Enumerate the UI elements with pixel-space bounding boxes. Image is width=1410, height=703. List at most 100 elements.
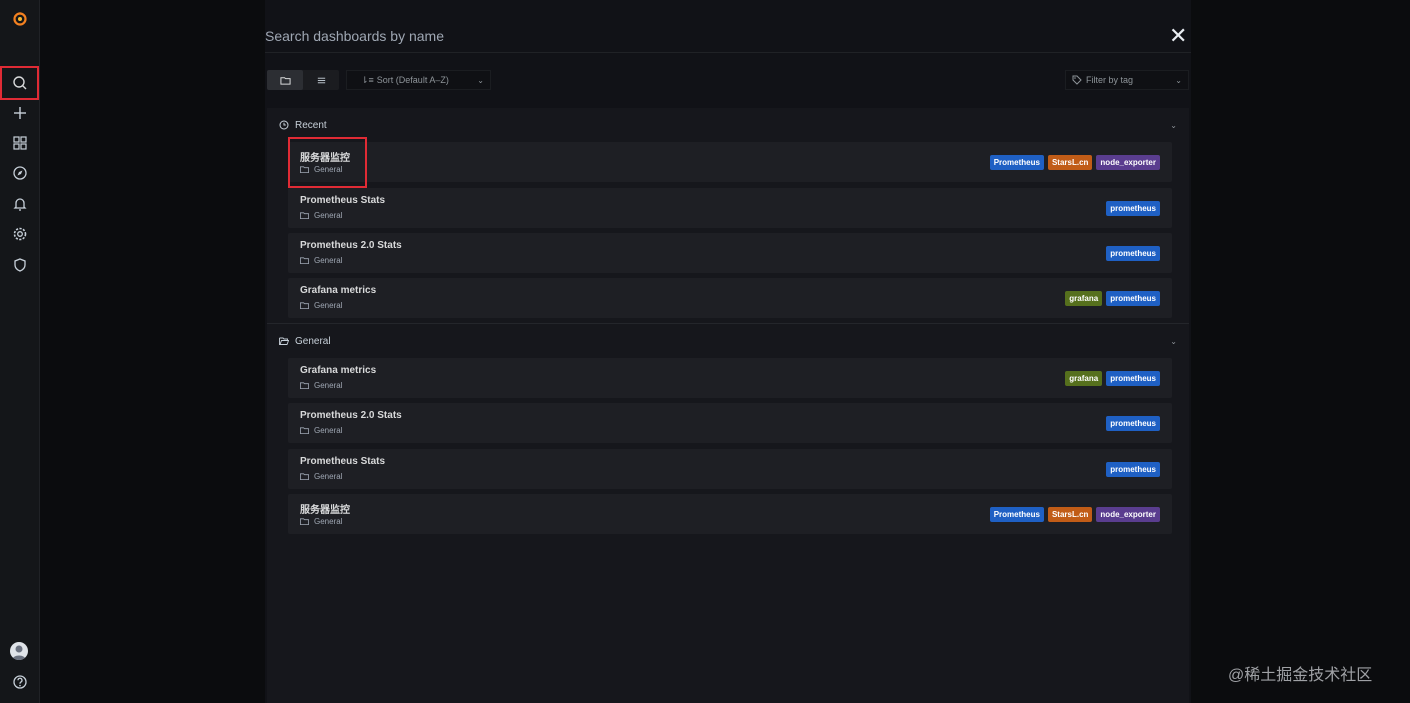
search-bar: ✕ [265, 22, 1191, 53]
tag-badge[interactable]: prometheus [1106, 291, 1160, 306]
sort-icon: ⇂≡ [361, 74, 374, 85]
chevron-down-icon[interactable]: ⌄ [1170, 337, 1177, 346]
list-icon [317, 77, 325, 83]
sidebar-item-dashboards[interactable] [0, 128, 39, 158]
dashboards-icon [12, 136, 27, 150]
list-view-button[interactable] [303, 70, 339, 90]
tag-badge[interactable]: node_exporter [1096, 155, 1160, 170]
dashboard-title: Grafana metrics [300, 285, 377, 296]
section-title: General [295, 335, 331, 347]
sidebar-item-alerting[interactable] [0, 189, 39, 219]
tag-filter-placeholder: Filter by tag [1086, 75, 1134, 85]
chevron-down-icon: ⌄ [1175, 75, 1182, 85]
avatar[interactable] [10, 642, 28, 660]
sidebar-item-create[interactable] [0, 98, 39, 128]
list-item[interactable]: Grafana metrics General grafana promethe… [288, 358, 1172, 398]
sidebar-item-explore[interactable] [0, 158, 39, 188]
sidebar-item-search[interactable] [0, 66, 39, 100]
view-toggle [267, 70, 339, 90]
close-icon[interactable]: ✕ [1169, 25, 1187, 47]
gear-icon [13, 227, 26, 241]
tag-badge[interactable]: StarsL.cn [1047, 155, 1093, 170]
dashboard-folder: General [300, 472, 342, 481]
sidebar-item-server-admin[interactable] [0, 250, 39, 280]
dashboard-folder: General [300, 256, 342, 265]
list-item[interactable]: Grafana metrics General grafana promethe… [288, 278, 1172, 318]
folder-icon [300, 518, 309, 526]
tag-list: Prometheus StarsL.cn node_exporter [989, 507, 1160, 522]
tag-list: grafana prometheus [1065, 371, 1160, 386]
list-item[interactable]: Prometheus 2.0 Stats General prometheus [288, 403, 1172, 443]
compass-icon [12, 166, 27, 180]
help-icon [12, 675, 27, 689]
search-icon [12, 76, 26, 90]
list-item[interactable]: 服务器监控 General Prometheus StarsL.cn node_… [288, 494, 1172, 534]
folder-icon [300, 212, 309, 220]
watermark: @稀土掘金技术社区 [1228, 667, 1373, 684]
dashboard-folder: General [300, 211, 342, 220]
section-header-general[interactable]: General ⌄ [267, 331, 1189, 351]
search-input[interactable] [265, 22, 1145, 50]
tag-icon [1072, 75, 1082, 85]
plus-icon [13, 107, 26, 119]
tag-list: grafana prometheus [1065, 291, 1160, 306]
dashboard-title: Prometheus Stats [300, 456, 386, 467]
tag-badge[interactable]: Prometheus [989, 507, 1044, 522]
folder-view-button[interactable] [267, 70, 303, 90]
dashboard-title: Grafana metrics [300, 365, 377, 376]
chevron-down-icon[interactable]: ⌄ [1170, 121, 1177, 130]
chevron-down-icon: ⌄ [477, 75, 484, 85]
list-item[interactable]: Prometheus 2.0 Stats General prometheus [288, 233, 1172, 273]
tag-badge[interactable]: prometheus [1106, 201, 1160, 216]
bell-icon [12, 198, 27, 211]
dashboard-title: Prometheus Stats [300, 195, 386, 206]
dashboard-folder: General [300, 517, 342, 526]
folder-icon [279, 76, 291, 85]
tag-badge[interactable]: StarsL.cn [1047, 507, 1093, 522]
section-divider [267, 323, 1189, 324]
folder-icon [300, 473, 309, 481]
highlight-box [288, 137, 367, 188]
tag-badge[interactable]: prometheus [1106, 371, 1160, 386]
tag-list: prometheus [1106, 416, 1160, 431]
folder-icon [300, 427, 309, 435]
sort-label: Sort (Default A–Z) [376, 75, 449, 85]
tag-badge[interactable]: node_exporter [1096, 507, 1160, 522]
sort-select[interactable]: ⇂≡ Sort (Default A–Z) ⌄ [346, 70, 491, 90]
folder-icon [300, 382, 309, 390]
search-results: Recent ⌄ 服务器监控 General Prometheus StarsL… [267, 108, 1189, 703]
dashboard-title: Prometheus 2.0 Stats [300, 240, 402, 251]
tag-badge[interactable]: prometheus [1106, 246, 1160, 261]
section-title: Recent [295, 119, 327, 131]
list-item[interactable]: Prometheus Stats General prometheus [288, 449, 1172, 489]
grafana-logo-icon [12, 12, 27, 26]
search-panel: ✕ ⇂≡ Sort (Default A–Z) ⌄ Filter by tag … [265, 0, 1191, 703]
sidebar [0, 0, 40, 703]
dashboard-folder: General [300, 426, 342, 435]
tag-filter-select[interactable]: Filter by tag ⌄ [1065, 70, 1189, 90]
grafana-logo[interactable] [0, 4, 39, 34]
tag-badge[interactable]: prometheus [1106, 462, 1160, 477]
tag-badge[interactable]: grafana [1065, 371, 1103, 386]
sidebar-item-help[interactable] [0, 667, 39, 697]
list-item[interactable]: 服务器监控 General Prometheus StarsL.cn node_… [288, 142, 1172, 182]
tag-list: prometheus [1106, 201, 1160, 216]
section-header-recent[interactable]: Recent ⌄ [267, 115, 1189, 135]
tag-badge[interactable]: prometheus [1106, 416, 1160, 431]
tag-list: Prometheus StarsL.cn node_exporter [989, 155, 1160, 170]
tag-badge[interactable]: Prometheus [989, 155, 1044, 170]
clock-icon [279, 120, 289, 130]
user-icon [12, 645, 26, 660]
dashboard-title: 服务器监控 [300, 505, 350, 516]
dashboard-folder: General [300, 301, 342, 310]
tag-list: prometheus [1106, 462, 1160, 477]
shield-icon [13, 258, 26, 272]
folder-open-icon [279, 337, 289, 345]
dashboard-folder: General [300, 381, 342, 390]
sidebar-item-configuration[interactable] [0, 219, 39, 249]
dashboard-title: Prometheus 2.0 Stats [300, 410, 402, 421]
tag-badge[interactable]: grafana [1065, 291, 1103, 306]
tag-list: prometheus [1106, 246, 1160, 261]
folder-icon [300, 302, 309, 310]
list-item[interactable]: Prometheus Stats General prometheus [288, 188, 1172, 228]
